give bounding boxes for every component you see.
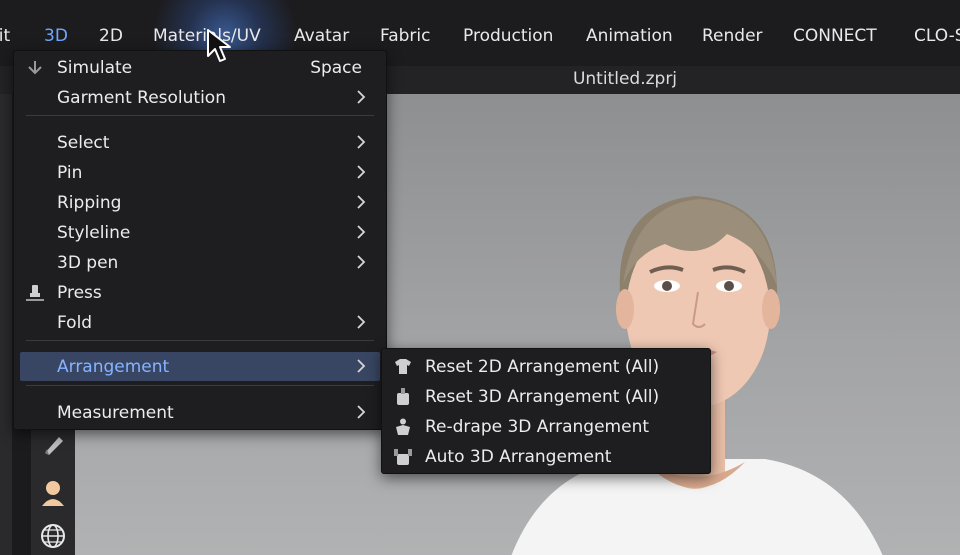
menu-item-pin[interactable]: Pin [20, 158, 380, 187]
auto-3d-arrangement-icon [394, 449, 412, 465]
chevron-right-icon [357, 255, 366, 269]
chevron-right-icon [357, 225, 366, 239]
avatar-tool-icon[interactable] [37, 476, 69, 508]
press-icon [26, 285, 44, 301]
menu-item-fold[interactable]: Fold [20, 308, 380, 337]
menu-item-label: Measurement [57, 403, 174, 423]
menu-item-label: Garment Resolution [57, 88, 226, 108]
menu-item-garment-resolution[interactable]: Garment Resolution [20, 83, 380, 112]
submenu-item-label: Re-drape 3D Arrangement [425, 417, 650, 437]
chevron-right-icon [357, 405, 366, 419]
menu-fabric[interactable]: Fabric [380, 26, 431, 46]
reset-3d-arrangement-icon [397, 388, 409, 405]
menu-item-simulate[interactable]: Simulate Space [20, 53, 380, 82]
menu-item-label: 3D pen [57, 253, 119, 273]
chevron-right-icon [357, 315, 366, 329]
menu-item-label: Ripping [57, 193, 122, 213]
submenu-item-reset-3d[interactable]: Reset 3D Arrangement (All) [382, 382, 710, 411]
menu-item-press[interactable]: Press [20, 278, 380, 307]
menu-item-ripping[interactable]: Ripping [20, 188, 380, 217]
menu-item-label: Select [57, 133, 110, 153]
submenu-item-redrape-3d[interactable]: Re-drape 3D Arrangement [382, 412, 710, 441]
submenu-item-reset-2d[interactable]: Reset 2D Arrangement (All) [382, 352, 710, 381]
chevron-right-icon [357, 135, 366, 149]
mouse-cursor-icon [207, 29, 231, 62]
submenu-item-label: Reset 3D Arrangement (All) [425, 387, 660, 407]
redrape-3d-icon [396, 418, 410, 435]
chevron-right-icon [357, 165, 366, 179]
left-panel-edge [0, 94, 12, 555]
menu-item-label: Fold [57, 313, 93, 333]
simulate-icon [28, 61, 42, 75]
menu-render[interactable]: Render [702, 26, 763, 46]
menu-production[interactable]: Production [463, 26, 553, 46]
menu-edit[interactable]: lit [0, 26, 10, 46]
globe-icon[interactable] [37, 520, 69, 552]
menu-separator [26, 115, 374, 116]
submenu-item-label: Reset 2D Arrangement (All) [425, 357, 660, 377]
chevron-right-icon [357, 359, 366, 373]
chevron-right-icon [357, 90, 366, 104]
menu-3d[interactable]: 3D [44, 26, 68, 46]
fold-tool-icon[interactable] [37, 429, 69, 461]
menu-3d-dropdown: Simulate Space Garment Resolution Select… [13, 50, 387, 430]
menu-item-arrangement[interactable]: Arrangement [20, 352, 380, 381]
submenu-item-label: Auto 3D Arrangement [425, 447, 612, 467]
menu-clo-set[interactable]: CLO-S [914, 26, 960, 46]
menu-item-3d-pen[interactable]: 3D pen [20, 248, 380, 277]
menu-item-styleline[interactable]: Styleline [20, 218, 380, 247]
menu-separator [26, 340, 374, 341]
menu-item-label: Pin [57, 163, 83, 183]
menu-item-label: Arrangement [57, 357, 170, 377]
menu-item-label: Simulate [57, 58, 133, 78]
menu-separator [26, 385, 374, 386]
arrangement-submenu: Reset 2D Arrangement (All) Reset 3D Arra… [381, 348, 711, 474]
menu-2d[interactable]: 2D [99, 26, 123, 46]
menu-item-measurement[interactable]: Measurement [20, 398, 380, 427]
reset-2d-arrangement-icon [395, 359, 411, 374]
chevron-right-icon [357, 195, 366, 209]
submenu-item-auto-3d[interactable]: Auto 3D Arrangement [382, 442, 710, 471]
menu-item-select[interactable]: Select [20, 128, 380, 157]
menu-connect[interactable]: CONNECT [793, 26, 877, 46]
menu-avatar[interactable]: Avatar [294, 26, 349, 46]
menu-item-shortcut: Space [310, 58, 362, 78]
menu-animation[interactable]: Animation [586, 26, 673, 46]
menu-item-label: Styleline [57, 223, 131, 243]
menu-item-label: Press [57, 283, 102, 303]
